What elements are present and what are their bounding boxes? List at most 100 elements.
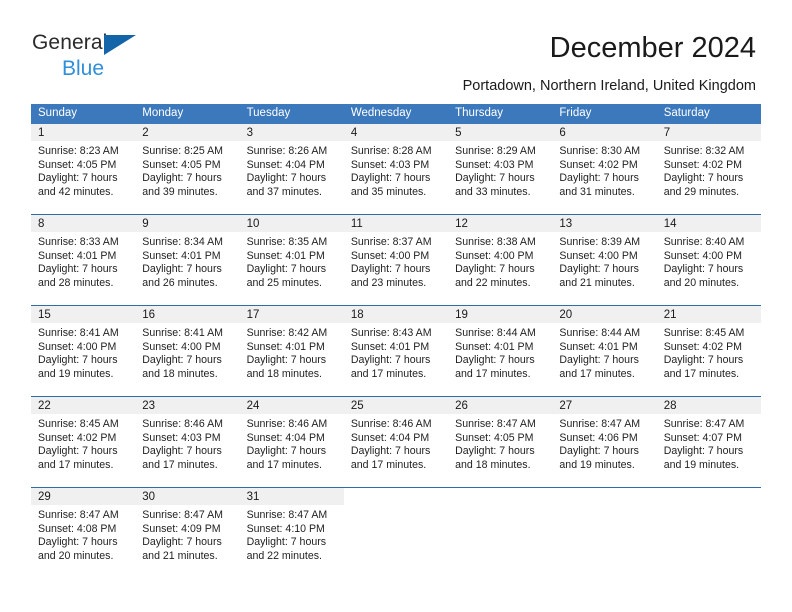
sunset-time: Sunset: 4:04 PM <box>246 158 325 171</box>
day-cell[interactable]: 7 Sunrise: 8:32 AM Sunset: 4:02 PM Daylight… <box>656 124 761 214</box>
sunrise-time: Sunrise: 8:45 AM <box>38 418 119 430</box>
daylight-duration-line1: Daylight: 7 hours <box>455 445 535 458</box>
calendar-day-cell: 20 Sunrise: 8:44 AM Sunset: 4:01 PM Dayligh… <box>552 305 657 397</box>
day-number: 15 <box>31 306 136 323</box>
day-details: Sunrise: 8:32 AM Sunset: 4:02 PM Daylight:… <box>657 141 761 199</box>
day-number: 20 <box>552 306 657 323</box>
sunrise-time: Sunrise: 8:47 AM <box>38 509 119 521</box>
day-cell[interactable]: 15 Sunrise: 8:41 AM Sunset: 4:00 PM Dayligh… <box>31 306 136 396</box>
daylight-duration-line2: and 17 minutes. <box>350 458 427 471</box>
day-cell[interactable]: 11 Sunrise: 8:37 AM Sunset: 4:00 PM Dayligh… <box>343 215 449 305</box>
day-cell[interactable]: 2 Sunrise: 8:25 AM Sunset: 4:05 PM Daylight… <box>135 124 240 214</box>
day-cell[interactable]: 9 Sunrise: 8:34 AM Sunset: 4:01 PM Daylight… <box>135 215 240 305</box>
day-details: Sunrise: 8:44 AM Sunset: 4:01 PM Daylight:… <box>448 323 552 381</box>
day-cell[interactable]: 6 Sunrise: 8:30 AM Sunset: 4:02 PM Daylight… <box>552 124 657 214</box>
day-cell[interactable]: 24 Sunrise: 8:46 AM Sunset: 4:04 PM Dayligh… <box>239 397 344 487</box>
day-cell-empty <box>448 488 553 578</box>
daylight-duration-line2: and 20 minutes. <box>663 276 740 289</box>
daylight-duration-line2: and 29 minutes. <box>663 185 740 198</box>
day-cell[interactable]: 31 Sunrise: 8:47 AM Sunset: 4:10 PM Dayligh… <box>239 488 344 578</box>
sunset-time: Sunset: 4:09 PM <box>142 522 221 535</box>
day-cell[interactable]: 19 Sunrise: 8:44 AM Sunset: 4:01 PM Dayligh… <box>448 306 553 396</box>
day-cell[interactable]: 27 Sunrise: 8:47 AM Sunset: 4:06 PM Dayligh… <box>552 397 657 487</box>
day-cell[interactable]: 22 Sunrise: 8:45 AM Sunset: 4:02 PM Dayligh… <box>31 397 136 487</box>
sunrise-time: Sunrise: 8:37 AM <box>350 236 432 248</box>
general-blue-logo[interactable]: General Blue <box>32 32 272 84</box>
day-number: 5 <box>448 124 553 141</box>
day-details: Sunrise: 8:47 AM Sunset: 4:10 PM Daylight:… <box>240 505 344 563</box>
day-details: Sunrise: 8:45 AM Sunset: 4:02 PM Daylight:… <box>657 323 761 381</box>
sunrise-time: Sunrise: 8:25 AM <box>142 145 223 157</box>
daylight-duration-line1: Daylight: 7 hours <box>38 536 118 549</box>
day-cell[interactable]: 25 Sunrise: 8:46 AM Sunset: 4:04 PM Dayligh… <box>343 397 449 487</box>
day-cell[interactable]: 23 Sunrise: 8:46 AM Sunset: 4:03 PM Dayligh… <box>135 397 240 487</box>
sunrise-time: Sunrise: 8:41 AM <box>38 327 119 339</box>
sunrise-time: Sunrise: 8:43 AM <box>350 327 432 339</box>
day-cell[interactable]: 29 Sunrise: 8:47 AM Sunset: 4:08 PM Dayligh… <box>31 488 136 578</box>
day-details: Sunrise: 8:29 AM Sunset: 4:03 PM Daylight:… <box>448 141 552 199</box>
calendar-page: General Blue December 2024 Portadown, No… <box>0 0 792 612</box>
day-cell[interactable]: 14 Sunrise: 8:40 AM Sunset: 4:00 PM Dayligh… <box>656 215 761 305</box>
daylight-duration-line1: Daylight: 7 hours <box>663 263 744 276</box>
daylight-duration-line2: and 31 minutes. <box>559 185 635 198</box>
day-details: Sunrise: 8:25 AM Sunset: 4:05 PM Daylight:… <box>135 141 239 199</box>
daylight-duration-line2: and 23 minutes. <box>350 276 427 289</box>
daylight-duration-line2: and 19 minutes. <box>663 458 740 471</box>
sunset-time: Sunset: 4:02 PM <box>559 158 638 171</box>
day-cell[interactable]: 20 Sunrise: 8:44 AM Sunset: 4:01 PM Dayligh… <box>552 306 657 396</box>
sunrise-time: Sunrise: 8:29 AM <box>455 145 536 157</box>
day-number: 24 <box>239 397 344 414</box>
day-number: 16 <box>135 306 240 323</box>
calendar-day-cell: 9 Sunrise: 8:34 AM Sunset: 4:01 PM Daylight… <box>135 214 240 306</box>
sunrise-sunset-calendar: Sunday Monday Tuesday Wednesday Thursday… <box>31 104 761 578</box>
daylight-duration-line1: Daylight: 7 hours <box>559 263 639 276</box>
daylight-duration-line1: Daylight: 7 hours <box>350 263 431 276</box>
sunrise-time: Sunrise: 8:47 AM <box>663 418 745 430</box>
day-details: Sunrise: 8:42 AM Sunset: 4:01 PM Daylight:… <box>240 323 344 381</box>
daylight-duration-line2: and 21 minutes. <box>142 549 218 562</box>
day-cell[interactable]: 3 Sunrise: 8:26 AM Sunset: 4:04 PM Daylight… <box>239 124 344 214</box>
daylight-duration-line2: and 17 minutes. <box>663 367 740 380</box>
daylight-duration-line1: Daylight: 7 hours <box>38 445 118 458</box>
day-cell[interactable]: 8 Sunrise: 8:33 AM Sunset: 4:01 PM Daylight… <box>31 215 136 305</box>
day-number: 12 <box>448 215 553 232</box>
day-cell[interactable]: 18 Sunrise: 8:43 AM Sunset: 4:01 PM Dayligh… <box>343 306 449 396</box>
day-cell[interactable]: 16 Sunrise: 8:41 AM Sunset: 4:00 PM Dayligh… <box>135 306 240 396</box>
day-number: 28 <box>656 397 761 414</box>
day-cell-empty <box>552 488 657 578</box>
day-number: 18 <box>343 306 449 323</box>
day-cell[interactable]: 4 Sunrise: 8:28 AM Sunset: 4:03 PM Daylight… <box>343 124 449 214</box>
calendar-week-row: 1 Sunrise: 8:23 AM Sunset: 4:05 PM Daylight… <box>31 124 761 215</box>
day-cell[interactable]: 1 Sunrise: 8:23 AM Sunset: 4:05 PM Daylight… <box>31 124 136 214</box>
day-cell[interactable]: 12 Sunrise: 8:38 AM Sunset: 4:00 PM Dayligh… <box>448 215 553 305</box>
calendar-day-cell: 14 Sunrise: 8:40 AM Sunset: 4:00 PM Dayligh… <box>656 214 761 306</box>
day-cell[interactable]: 30 Sunrise: 8:47 AM Sunset: 4:09 PM Dayligh… <box>135 488 240 578</box>
calendar-week-row: 29 Sunrise: 8:47 AM Sunset: 4:08 PM Dayligh… <box>31 487 761 578</box>
sunrise-time: Sunrise: 8:30 AM <box>559 145 641 157</box>
sunset-time: Sunset: 4:06 PM <box>559 431 638 444</box>
daylight-duration-line1: Daylight: 7 hours <box>246 354 327 367</box>
sunset-time: Sunset: 4:05 PM <box>38 158 117 171</box>
sunset-time: Sunset: 4:04 PM <box>350 431 430 444</box>
day-details: Sunrise: 8:37 AM Sunset: 4:00 PM Daylight:… <box>344 232 448 290</box>
sunrise-time: Sunrise: 8:38 AM <box>455 236 536 248</box>
day-cell[interactable]: 13 Sunrise: 8:39 AM Sunset: 4:00 PM Dayligh… <box>552 215 657 305</box>
day-number: 7 <box>656 124 761 141</box>
day-cell[interactable]: 26 Sunrise: 8:47 AM Sunset: 4:05 PM Dayligh… <box>448 397 553 487</box>
weekday-header-tuesday: Tuesday <box>239 104 344 124</box>
sunset-time: Sunset: 4:10 PM <box>246 522 325 535</box>
day-details: Sunrise: 8:38 AM Sunset: 4:00 PM Daylight:… <box>448 232 552 290</box>
daylight-duration-line2: and 17 minutes. <box>142 458 218 471</box>
day-cell[interactable]: 17 Sunrise: 8:42 AM Sunset: 4:01 PM Dayligh… <box>239 306 344 396</box>
daylight-duration-line2: and 42 minutes. <box>38 185 114 198</box>
day-cell[interactable]: 5 Sunrise: 8:29 AM Sunset: 4:03 PM Daylight… <box>448 124 553 214</box>
calendar-day-cell: 6 Sunrise: 8:30 AM Sunset: 4:02 PM Daylight… <box>552 124 657 215</box>
daylight-duration-line2: and 22 minutes. <box>246 549 322 562</box>
day-cell[interactable]: 10 Sunrise: 8:35 AM Sunset: 4:01 PM Dayligh… <box>239 215 344 305</box>
day-cell[interactable]: 21 Sunrise: 8:45 AM Sunset: 4:02 PM Dayligh… <box>656 306 761 396</box>
sunset-time: Sunset: 4:08 PM <box>38 522 117 535</box>
daylight-duration-line2: and 17 minutes. <box>455 367 531 380</box>
day-cell[interactable]: 28 Sunrise: 8:47 AM Sunset: 4:07 PM Dayligh… <box>656 397 761 487</box>
calendar-day-cell: 25 Sunrise: 8:46 AM Sunset: 4:04 PM Dayligh… <box>343 396 449 488</box>
day-number: 2 <box>135 124 240 141</box>
